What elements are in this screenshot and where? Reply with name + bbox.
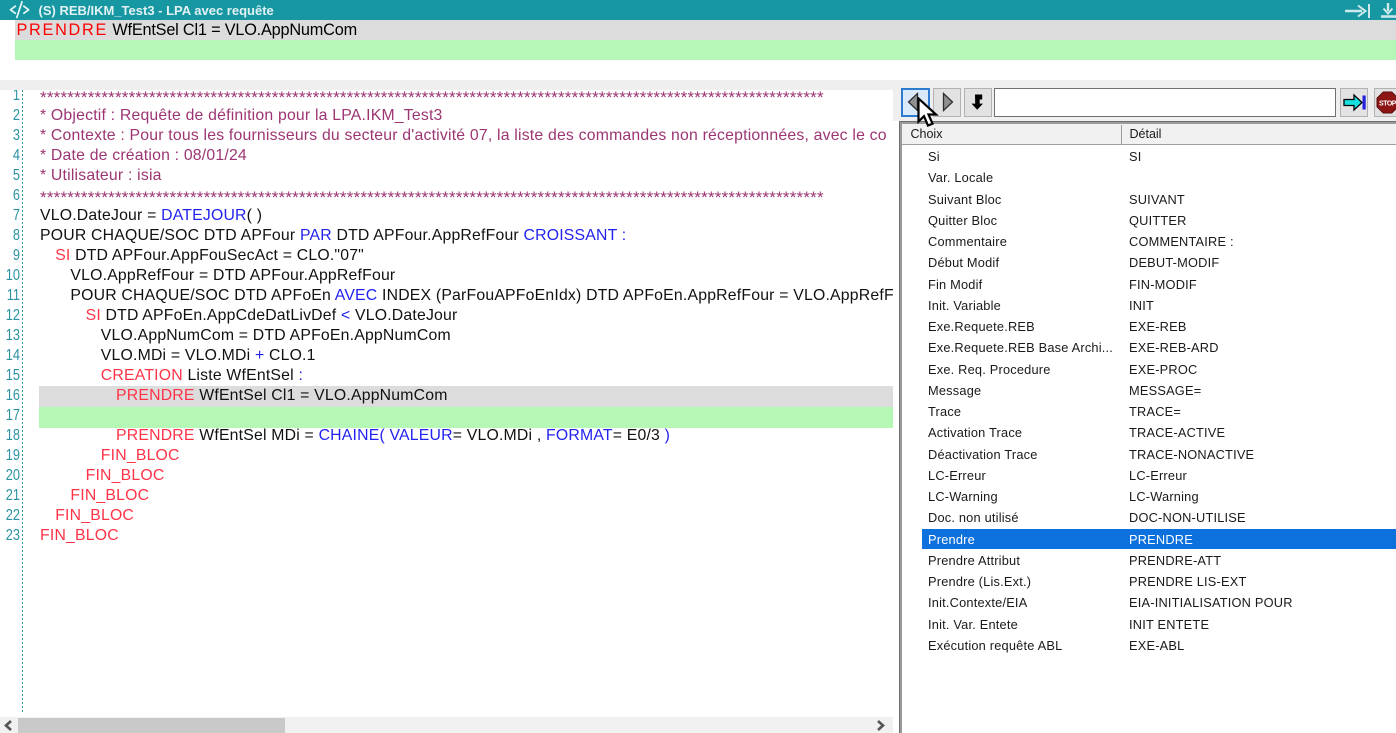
svg-text:STOP: STOP [1379,101,1396,108]
